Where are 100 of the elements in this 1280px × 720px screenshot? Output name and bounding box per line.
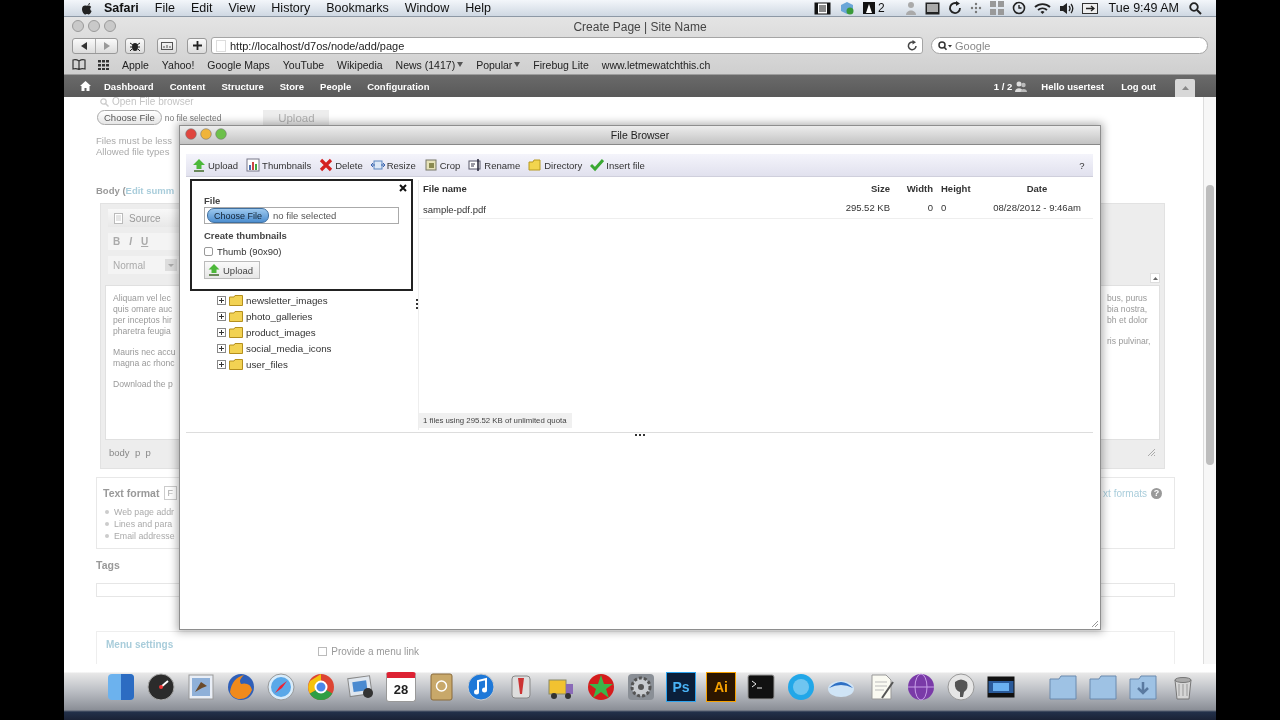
toolbar-button[interactable]: Upload: [190, 158, 241, 172]
wheel-icon[interactable]: [306, 672, 336, 702]
app-menu[interactable]: Safari: [92, 0, 147, 16]
app-icon[interactable]: [106, 672, 136, 702]
sync-icon[interactable]: [947, 1, 962, 15]
bookmark-item[interactable]: Yahoo!: [161, 58, 195, 71]
toolbar-button[interactable]: Delete: [317, 158, 365, 172]
menu-item[interactable]: Bookmarks: [318, 0, 397, 16]
gear-icon[interactable]: [626, 672, 656, 702]
stamp-icon[interactable]: [186, 672, 216, 702]
toolbar-button[interactable]: Directory: [526, 158, 585, 172]
column-header[interactable]: Height: [937, 180, 981, 196]
toolbar-button[interactable]: Crop: [421, 158, 463, 172]
globe-icon[interactable]: [906, 672, 936, 702]
scroll-up-button[interactable]: [1150, 273, 1160, 283]
globe-icon[interactable]: [226, 672, 256, 702]
menu-item[interactable]: File: [146, 0, 183, 16]
nav-link[interactable]: Store: [279, 80, 305, 92]
logout-link[interactable]: Log out: [1121, 80, 1156, 92]
folder-item[interactable]: newsletter_images: [186, 292, 415, 308]
wifi-icon[interactable]: [1033, 1, 1051, 15]
folder-icon[interactable]: [1088, 672, 1118, 702]
close-icon[interactable]: [185, 128, 197, 140]
search-field[interactable]: Google: [931, 37, 1208, 54]
column-header[interactable]: Width: [894, 180, 937, 196]
resize-grip-icon[interactable]: [1147, 447, 1156, 457]
toolbar-button[interactable]: Resize: [368, 158, 418, 172]
folder-item[interactable]: social_media_icons: [186, 340, 415, 356]
download-folder-icon[interactable]: [1128, 672, 1158, 702]
photoshop-icon[interactable]: Ps: [666, 672, 696, 702]
search-input[interactable]: Google: [955, 39, 1201, 52]
bookmark-item[interactable]: Google Maps: [207, 58, 270, 71]
choose-file-button[interactable]: Choose File: [97, 110, 162, 125]
box-icon[interactable]: [838, 1, 855, 15]
folder-item[interactable]: photo_galleries: [186, 308, 415, 324]
bookmark-item[interactable]: Apple: [122, 58, 149, 71]
bookmark-item[interactable]: YouTube: [282, 58, 325, 71]
gauge-icon[interactable]: [146, 672, 176, 702]
toolbar-button[interactable]: Rename: [466, 158, 523, 172]
menu-item[interactable]: Help: [457, 0, 499, 16]
nav-link[interactable]: Configuration: [367, 80, 430, 92]
user-greeting[interactable]: Hello usertest: [1041, 80, 1105, 92]
table-cell: 08/28/2012 - 9:46am: [981, 196, 1093, 219]
search-icon[interactable]: [1189, 1, 1202, 15]
folder-icon[interactable]: [1048, 672, 1078, 702]
illustrator-icon[interactable]: Ai: [706, 672, 736, 702]
paragraph-line: magna ac rhonc: [113, 358, 175, 368]
grid-icon[interactable]: [98, 59, 110, 70]
update-icon[interactable]: [862, 2, 875, 14]
battery-icon[interactable]: [1081, 2, 1099, 14]
scrollbar-thumb[interactable]: [1206, 185, 1214, 465]
menu-item[interactable]: History: [263, 0, 319, 16]
add-button[interactable]: [187, 37, 207, 54]
nav-link[interactable]: Structure: [221, 80, 264, 92]
bookmark-item[interactable]: News (1417): [395, 58, 464, 71]
nav-link[interactable]: Dashboard: [104, 80, 154, 92]
book-icon[interactable]: [72, 59, 86, 70]
menu-item[interactable]: Edit: [182, 0, 221, 16]
film-icon[interactable]: [813, 1, 831, 15]
bug-button[interactable]: [125, 37, 145, 54]
menu-item[interactable]: View: [220, 0, 264, 16]
calendar-icon[interactable]: 28: [386, 672, 416, 702]
compass-icon[interactable]: [266, 672, 296, 702]
upload-button[interactable]: Upload: [204, 261, 261, 279]
reader-button[interactable]: [157, 37, 177, 54]
folder-item[interactable]: product_images: [186, 324, 415, 340]
help-button[interactable]: ?: [1076, 159, 1088, 171]
toolbar-button[interactable]: Thumbnails: [244, 158, 314, 172]
dots-icon[interactable]: [969, 2, 982, 14]
splitter-handle[interactable]: [415, 298, 418, 310]
clock-icon[interactable]: [1011, 1, 1026, 15]
checkbox[interactable]: [204, 247, 213, 256]
menu-clock[interactable]: Tue 9:49 AM: [1108, 1, 1179, 15]
bookmark-item[interactable]: Wikipedia: [337, 58, 383, 71]
terminal-icon[interactable]: [746, 672, 776, 702]
bookmark-item[interactable]: www.letmewatchthis.ch: [601, 58, 711, 71]
file-input[interactable]: Choose File no file selected: [204, 207, 399, 224]
shortcuts-toggle[interactable]: [1175, 79, 1195, 97]
nav-link[interactable]: People: [320, 80, 352, 92]
close-button[interactable]: [399, 184, 407, 192]
column-header[interactable]: Size: [833, 180, 894, 196]
address-field[interactable]: http://localhost/d7os/node/add/page: [211, 37, 923, 54]
reload-icon[interactable]: [907, 40, 918, 51]
column-header[interactable]: File name: [419, 180, 833, 196]
resize-grip-icon[interactable]: [1091, 620, 1099, 628]
folder-item[interactable]: user_files: [186, 356, 415, 372]
home-icon[interactable]: [80, 81, 91, 91]
nav-link[interactable]: Content: [169, 80, 206, 92]
volume-icon[interactable]: [1058, 1, 1074, 15]
bookmark-item[interactable]: Popular: [476, 58, 521, 71]
bookmark-item[interactable]: Firebug Lite: [533, 58, 589, 71]
back-forward-buttons[interactable]: [72, 37, 118, 54]
column-header[interactable]: Date: [981, 180, 1093, 196]
music-note-icon[interactable]: [466, 672, 496, 702]
splitter-handle[interactable]: [634, 433, 645, 437]
checkbox[interactable]: [318, 647, 328, 656]
screen-icon[interactable]: [924, 1, 940, 15]
scrollbar[interactable]: [1203, 97, 1216, 664]
menu-item[interactable]: Window: [396, 0, 458, 16]
toolbar-button[interactable]: Insert file: [588, 158, 647, 172]
